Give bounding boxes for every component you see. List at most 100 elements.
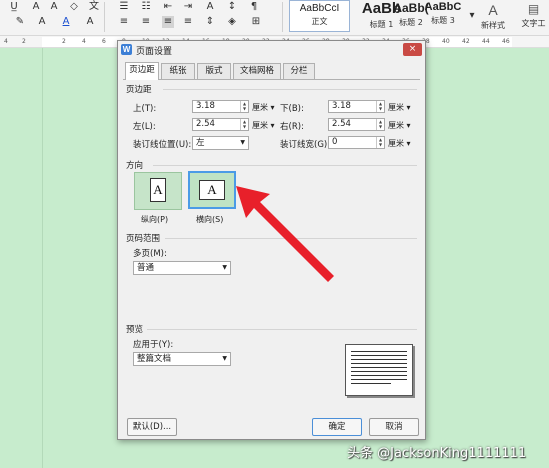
preview-line — [351, 359, 407, 360]
distribute-icon[interactable]: ≡ — [182, 16, 194, 28]
unit-label: 厘米 — [252, 121, 268, 130]
unit-label: 厘米 — [252, 103, 268, 112]
ruler-tick-label: 40 — [442, 38, 450, 45]
ruler-tick-label: 44 — [482, 38, 490, 45]
ruler-tick-label: 46 — [502, 38, 510, 45]
portrait-option[interactable]: A — [134, 172, 182, 210]
apply-to-select[interactable]: 整篇文档 ▼ — [133, 352, 231, 366]
underline-icon[interactable]: U̲ — [8, 1, 20, 13]
sort-icon[interactable]: ↕ — [226, 1, 238, 13]
cancel-button[interactable]: 取消 — [369, 418, 419, 436]
align-left-icon[interactable]: ≡ — [118, 16, 130, 28]
close-button[interactable]: × — [403, 43, 422, 56]
watermark-text: 头条 @JacksonKing1111111 — [347, 446, 527, 461]
bottom-margin-input[interactable]: 3.18 ▲ ▼ — [328, 100, 385, 113]
fill-color-icon[interactable]: ◈ — [226, 16, 238, 28]
new-style-label: 新样式 — [481, 21, 505, 30]
style-sample: AaBbCcI — [299, 3, 340, 14]
multiple-pages-select[interactable]: 普通 ▼ — [133, 261, 231, 275]
spin-arrows-icon[interactable]: ▲ ▼ — [240, 119, 248, 130]
margins-section-label: 页边距 — [126, 85, 152, 95]
chevron-down-icon[interactable]: ▾ — [466, 10, 478, 22]
tab-document-grid[interactable]: 文档网格 — [233, 63, 281, 79]
align-center-icon[interactable]: ≡ — [140, 16, 152, 28]
tab-columns[interactable]: 分栏 — [283, 63, 315, 79]
top-margin-label: 上(T): — [133, 104, 157, 114]
tab-layout[interactable]: 版式 — [197, 63, 231, 79]
bottom-margin-unit[interactable]: 厘米 ▾ — [388, 102, 411, 113]
right-margin-value: 2.54 — [332, 119, 351, 129]
highlight-icon[interactable]: ✎ — [14, 16, 26, 28]
clear-format-icon[interactable]: ◇ — [68, 1, 80, 13]
apply-to-value: 整篇文档 — [137, 354, 172, 364]
font-color-icon[interactable]: A — [60, 16, 72, 28]
preview-line — [351, 371, 407, 372]
gutter-width-value: 0 — [332, 137, 338, 147]
dialog-titlebar[interactable]: W 页面设置 × — [118, 41, 425, 59]
spin-arrows-icon[interactable]: ▲ ▼ — [376, 137, 384, 148]
preview-line — [351, 367, 407, 368]
text-direction-icon[interactable]: A — [204, 1, 216, 13]
spin-arrows-icon[interactable]: ▲ ▼ — [376, 101, 384, 112]
orientation-section-label: 方向 — [126, 161, 144, 171]
bullet-list-icon[interactable]: ☰ — [118, 1, 130, 13]
borders-icon[interactable]: ⊞ — [250, 16, 262, 28]
preview-line — [351, 383, 391, 384]
top-margin-input[interactable]: 3.18 ▲ ▼ — [192, 100, 249, 113]
pinyin-icon[interactable]: 文 — [88, 1, 100, 13]
tab-paper[interactable]: 纸张 — [161, 63, 195, 79]
number-list-icon[interactable]: ☷ — [140, 1, 152, 13]
new-style-button[interactable]: A 新样式 — [478, 0, 508, 32]
gutter-position-select[interactable]: 左 ▼ — [192, 136, 249, 150]
ruler-tick-label: 4 — [4, 38, 8, 45]
preview-line — [351, 379, 407, 380]
landscape-option[interactable]: A — [188, 171, 236, 209]
right-margin-label: 右(R): — [280, 122, 304, 132]
text-tools-icon: ▤ — [527, 2, 540, 16]
spin-arrows-icon[interactable]: ▲ ▼ — [376, 119, 384, 130]
multiple-pages-value: 普通 — [137, 263, 155, 273]
style-normal[interactable]: AaBbCcI 正文 — [289, 0, 350, 32]
gutter-width-unit[interactable]: 厘米 ▾ — [388, 138, 411, 149]
chevron-down-icon: ▼ — [240, 139, 245, 146]
left-margin-unit[interactable]: 厘米 ▾ — [252, 120, 275, 131]
line-spacing-icon[interactable]: ⇕ — [204, 16, 216, 28]
outdent-icon[interactable]: ⇤ — [162, 1, 174, 13]
style-sample: AaBbC — [424, 1, 462, 13]
ok-button[interactable]: 确定 — [312, 418, 362, 436]
ruler-tick-label: 6 — [102, 38, 106, 45]
right-margin-input[interactable]: 2.54 ▲ ▼ — [328, 118, 385, 131]
char-border-icon[interactable]: A — [84, 16, 96, 28]
tab-margins[interactable]: 页边距 — [125, 62, 159, 80]
preview-line — [351, 355, 407, 356]
style-name: 正文 — [311, 17, 328, 26]
font-grow-icon[interactable]: A — [30, 1, 42, 13]
unit-label: 厘米 — [388, 103, 404, 112]
justify-icon[interactable]: ≡ — [162, 16, 174, 28]
left-margin-value: 2.54 — [196, 119, 215, 129]
shading-icon[interactable]: A — [36, 16, 48, 28]
style-heading-3[interactable]: AaBbC 标题 3 — [421, 0, 465, 32]
default-button[interactable]: 默认(D)... — [127, 418, 177, 436]
ruler-tick-label: 42 — [462, 38, 470, 45]
new-style-icon: A — [488, 2, 498, 18]
gutter-position-value: 左 — [196, 138, 205, 148]
gutter-width-label: 装订线宽(G): — [280, 140, 331, 150]
gutter-width-input[interactable]: 0 ▲ ▼ — [328, 136, 385, 149]
right-margin-unit[interactable]: 厘米 ▾ — [388, 120, 411, 131]
section-divider — [163, 89, 417, 90]
show-marks-icon[interactable]: ¶ — [248, 1, 260, 13]
bottom-margin-label: 下(B): — [280, 104, 304, 114]
text-tools-button[interactable]: ▤ 文字工 — [518, 0, 549, 32]
section-divider — [153, 165, 417, 166]
spin-arrows-icon[interactable]: ▲ ▼ — [240, 101, 248, 112]
apply-to-label: 应用于(Y): — [133, 340, 174, 350]
font-shrink-icon[interactable]: A — [48, 1, 60, 13]
ruler-tick-label: 2 — [22, 38, 26, 45]
landscape-label: 横向(S) — [196, 215, 224, 224]
portrait-page-icon: A — [150, 178, 166, 202]
indent-icon[interactable]: ⇥ — [182, 1, 194, 13]
chevron-down-icon: ▼ — [222, 355, 227, 362]
left-margin-input[interactable]: 2.54 ▲ ▼ — [192, 118, 249, 131]
top-margin-unit[interactable]: 厘米 ▾ — [252, 102, 275, 113]
